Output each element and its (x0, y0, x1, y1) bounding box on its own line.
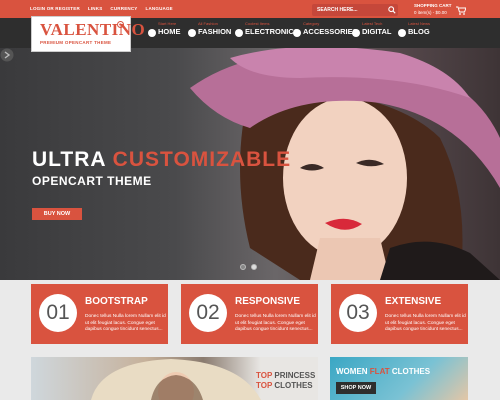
hero-subtitle: OPENCART THEME (32, 174, 152, 188)
banner-white-text: WOMEN (336, 367, 368, 376)
feature-card: 03 EXTENSIVE Donec tellus Nulla lorem Nu… (331, 284, 468, 344)
feature-text: Donec tellus Nulla lorem Nullam elit id … (385, 314, 466, 332)
shopping-cart[interactable]: SHOPPING CART 0 item(s) - $0.00 (408, 3, 468, 19)
home-icon (148, 29, 156, 37)
nav-sub-label: Start Here (158, 21, 177, 26)
feature-number: 01 (39, 294, 77, 332)
banner-line-1: TOP PRINCESS (256, 371, 315, 380)
feature-number: 03 (339, 294, 377, 332)
login-register-link[interactable]: LOGIN OR REGISTER (30, 6, 80, 11)
banner-dark-text: CLOTHES (274, 381, 313, 390)
nav-label: DIGITAL (362, 27, 392, 36)
blog-icon (398, 29, 406, 37)
promo-banner-women[interactable]: WOMEN FLAT CLOTHES SHOP NOW (330, 357, 468, 400)
feature-number: 02 (189, 294, 227, 332)
banner-white-text-2: CLOTHES (391, 367, 431, 376)
logo-title: VALENTINO (40, 20, 146, 39)
cart-title: SHOPPING CART (414, 3, 452, 8)
nav-label: BLOG (408, 27, 430, 36)
top-links: LOGIN OR REGISTER LINKS CURRENCY LANGUAG… (30, 6, 173, 11)
nav-label: FASHION (198, 27, 232, 36)
buy-now-button[interactable]: BUY NOW (32, 208, 82, 220)
feature-text: Donec tellus Nulla lorem Nullam elit id … (85, 314, 166, 332)
banner-accent-text: TOP (256, 381, 273, 390)
search-icon[interactable] (388, 6, 396, 14)
digital-icon (352, 29, 360, 37)
currency-link[interactable]: CURRENCY (110, 6, 137, 11)
search-input[interactable]: SEARCH HERE... (317, 7, 358, 13)
search-box[interactable]: SEARCH HERE... (312, 4, 398, 16)
nav-label: HOME (158, 27, 181, 36)
banner-dark-text: PRINCESS (274, 371, 316, 380)
promo-banner-princess[interactable]: TOP PRINCESS TOP CLOTHES (31, 357, 318, 400)
slider-dot-active[interactable] (251, 264, 257, 270)
banner-accent-text: TOP (256, 371, 273, 380)
nav-sub-label: Coolest Items (245, 21, 270, 26)
feature-title: RESPONSIVE (235, 296, 301, 307)
hero-slider: ULTRA CUSTOMIZABLE OPENCART THEME BUY NO… (0, 48, 500, 280)
banner-title: WOMEN FLAT CLOTHES (336, 367, 430, 376)
chevron-right-icon[interactable] (0, 48, 14, 62)
feature-card: 01 BOOTSTRAP Donec tellus Nulla lorem Nu… (31, 284, 168, 344)
slider-dot[interactable] (240, 264, 246, 270)
hero-title: ULTRA CUSTOMIZABLE (32, 148, 291, 172)
slider-dots (240, 264, 257, 270)
feature-title: BOOTSTRAP (85, 296, 148, 307)
nav-sub-label: All Fashion (198, 21, 218, 26)
electronics-icon (235, 29, 243, 37)
nav-sub-label: Latest News (408, 21, 431, 26)
language-link[interactable]: LANGUAGE (146, 6, 173, 11)
nav-label: ACCESSORIES (303, 27, 358, 36)
nav-sub-label: Category (303, 21, 320, 26)
hero-title-accent: CUSTOMIZABLE (112, 148, 292, 171)
nav-label: ELECTRONICS (245, 27, 299, 36)
site-logo[interactable]: VALENTINO ® PREMIUM OPENCART THEME (31, 16, 146, 52)
nav-sub-label: Latest Tech (362, 21, 383, 26)
feature-text: Donec tellus Nulla lorem Nullam elit id … (235, 314, 316, 332)
registered-mark: ® (117, 21, 124, 28)
logo-subtitle: PREMIUM OPENCART THEME (40, 40, 112, 45)
accessories-icon (293, 29, 301, 37)
cart-icon[interactable] (456, 6, 466, 15)
feature-card: 02 RESPONSIVE Donec tellus Nulla lorem N… (181, 284, 318, 344)
banner-line-2: TOP CLOTHES (256, 381, 313, 390)
shop-now-button[interactable]: SHOP NOW (336, 382, 376, 394)
fashion-icon (188, 29, 196, 37)
feature-title: EXTENSIVE (385, 296, 442, 307)
hero-title-white: ULTRA (32, 148, 106, 171)
banner-accent-text: FLAT (369, 367, 390, 376)
cart-total: 0 item(s) - $0.00 (414, 10, 447, 15)
links-link[interactable]: LINKS (88, 6, 103, 11)
